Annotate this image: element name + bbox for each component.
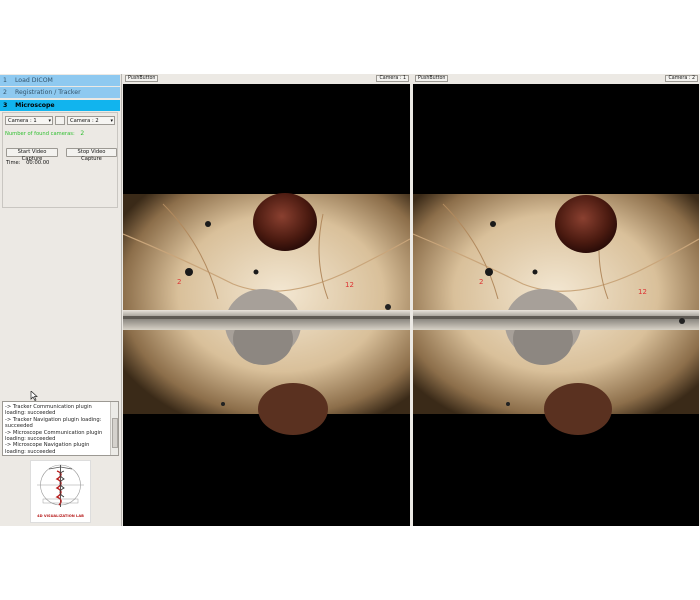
camera-2-view[interactable]: 2 12 — [413, 84, 699, 526]
camera-1-frame: 2 12 — [123, 193, 410, 435]
camera-1-view[interactable]: 2 12 — [123, 84, 410, 526]
log-line: -> Tracker Navigation plugin loading: su… — [5, 416, 102, 430]
step-label: Microscope — [15, 102, 55, 109]
camera-2-push-button[interactable]: PushButton — [415, 75, 449, 82]
log-console[interactable]: -> Tracker Communication plugin loading:… — [2, 401, 119, 456]
step-load-dicom[interactable]: 1 Load DICOM — [0, 75, 120, 86]
step-label: Load DICOM — [14, 77, 53, 84]
log-scrollbar[interactable] — [110, 402, 118, 455]
left-panel: 1 Load DICOM 2 Registration / Tracker 3 … — [0, 74, 122, 526]
start-video-capture-button[interactable]: Start Video Capture — [6, 148, 58, 162]
step-registration-tracker[interactable]: 2 Registration / Tracker — [0, 87, 120, 98]
application-window: 1 Load DICOM 2 Registration / Tracker 3 … — [0, 74, 700, 526]
log-lines: -> Tracker Communication plugin loading:… — [5, 404, 109, 455]
caduceus-icon — [37, 464, 84, 507]
time-label: Time: — [6, 160, 21, 166]
step-microscope[interactable]: 3 Microscope — [0, 100, 120, 111]
svg-text:12: 12 — [345, 281, 354, 289]
stop-video-capture-button[interactable]: Stop Video Capture — [66, 148, 117, 162]
svg-text:2: 2 — [177, 278, 181, 286]
step-number: 2 — [3, 89, 7, 96]
chevron-down-icon: ▾ — [110, 118, 113, 124]
found-cameras-row: Number of found cameras: 2 — [5, 130, 84, 137]
camera-1-label: Camera : 1 — [376, 75, 409, 82]
chevron-down-icon: ▾ — [48, 118, 51, 124]
camera-1-header: PushButton Camera : 1 — [122, 74, 411, 82]
camera-2-header: PushButton Camera : 2 — [412, 74, 700, 82]
capture-timer: Time: 00:00.00 — [6, 160, 49, 166]
step-number: 3 — [3, 102, 8, 109]
log-scrollbar-thumb[interactable] — [112, 418, 118, 448]
camera-2-frame: 2 12 — [413, 194, 699, 435]
svg-text:12: 12 — [638, 288, 647, 296]
found-cameras-label: Number of found cameras: — [5, 131, 75, 137]
found-cameras-value: 2 — [80, 130, 85, 137]
log-line: -> Microscope Communication plugin loadi… — [5, 429, 103, 443]
swap-cameras-button[interactable] — [55, 116, 65, 125]
svg-text:2: 2 — [479, 278, 483, 286]
camera-right-value: Camera : 2 — [70, 118, 99, 124]
camera-1-push-button[interactable]: PushButton — [125, 75, 159, 82]
microscope-panel: Camera : 1 ▾ Camera : 2 ▾ Number of foun… — [2, 112, 118, 208]
step-number: 1 — [3, 77, 7, 84]
camera-left-value: Camera : 1 — [8, 118, 37, 124]
step-label: Registration / Tracker — [14, 89, 81, 96]
log-line: -> Tracker Communication plugin loading:… — [5, 404, 92, 417]
time-value: 00:00.00 — [26, 160, 50, 166]
camera-right-select[interactable]: Camera : 2 ▾ — [67, 116, 115, 125]
camera-left-select[interactable]: Camera : 1 ▾ — [5, 116, 53, 125]
lab-logo: 4D VISUALIZATION LAB — [30, 460, 91, 523]
log-line: -> Microscope Navigation plugin loading:… — [5, 442, 90, 455]
logo-caption: 4D VISUALIZATION LAB — [37, 514, 84, 518]
camera-2-label: Camera : 2 — [665, 75, 698, 82]
mouse-cursor-icon — [30, 391, 38, 401]
